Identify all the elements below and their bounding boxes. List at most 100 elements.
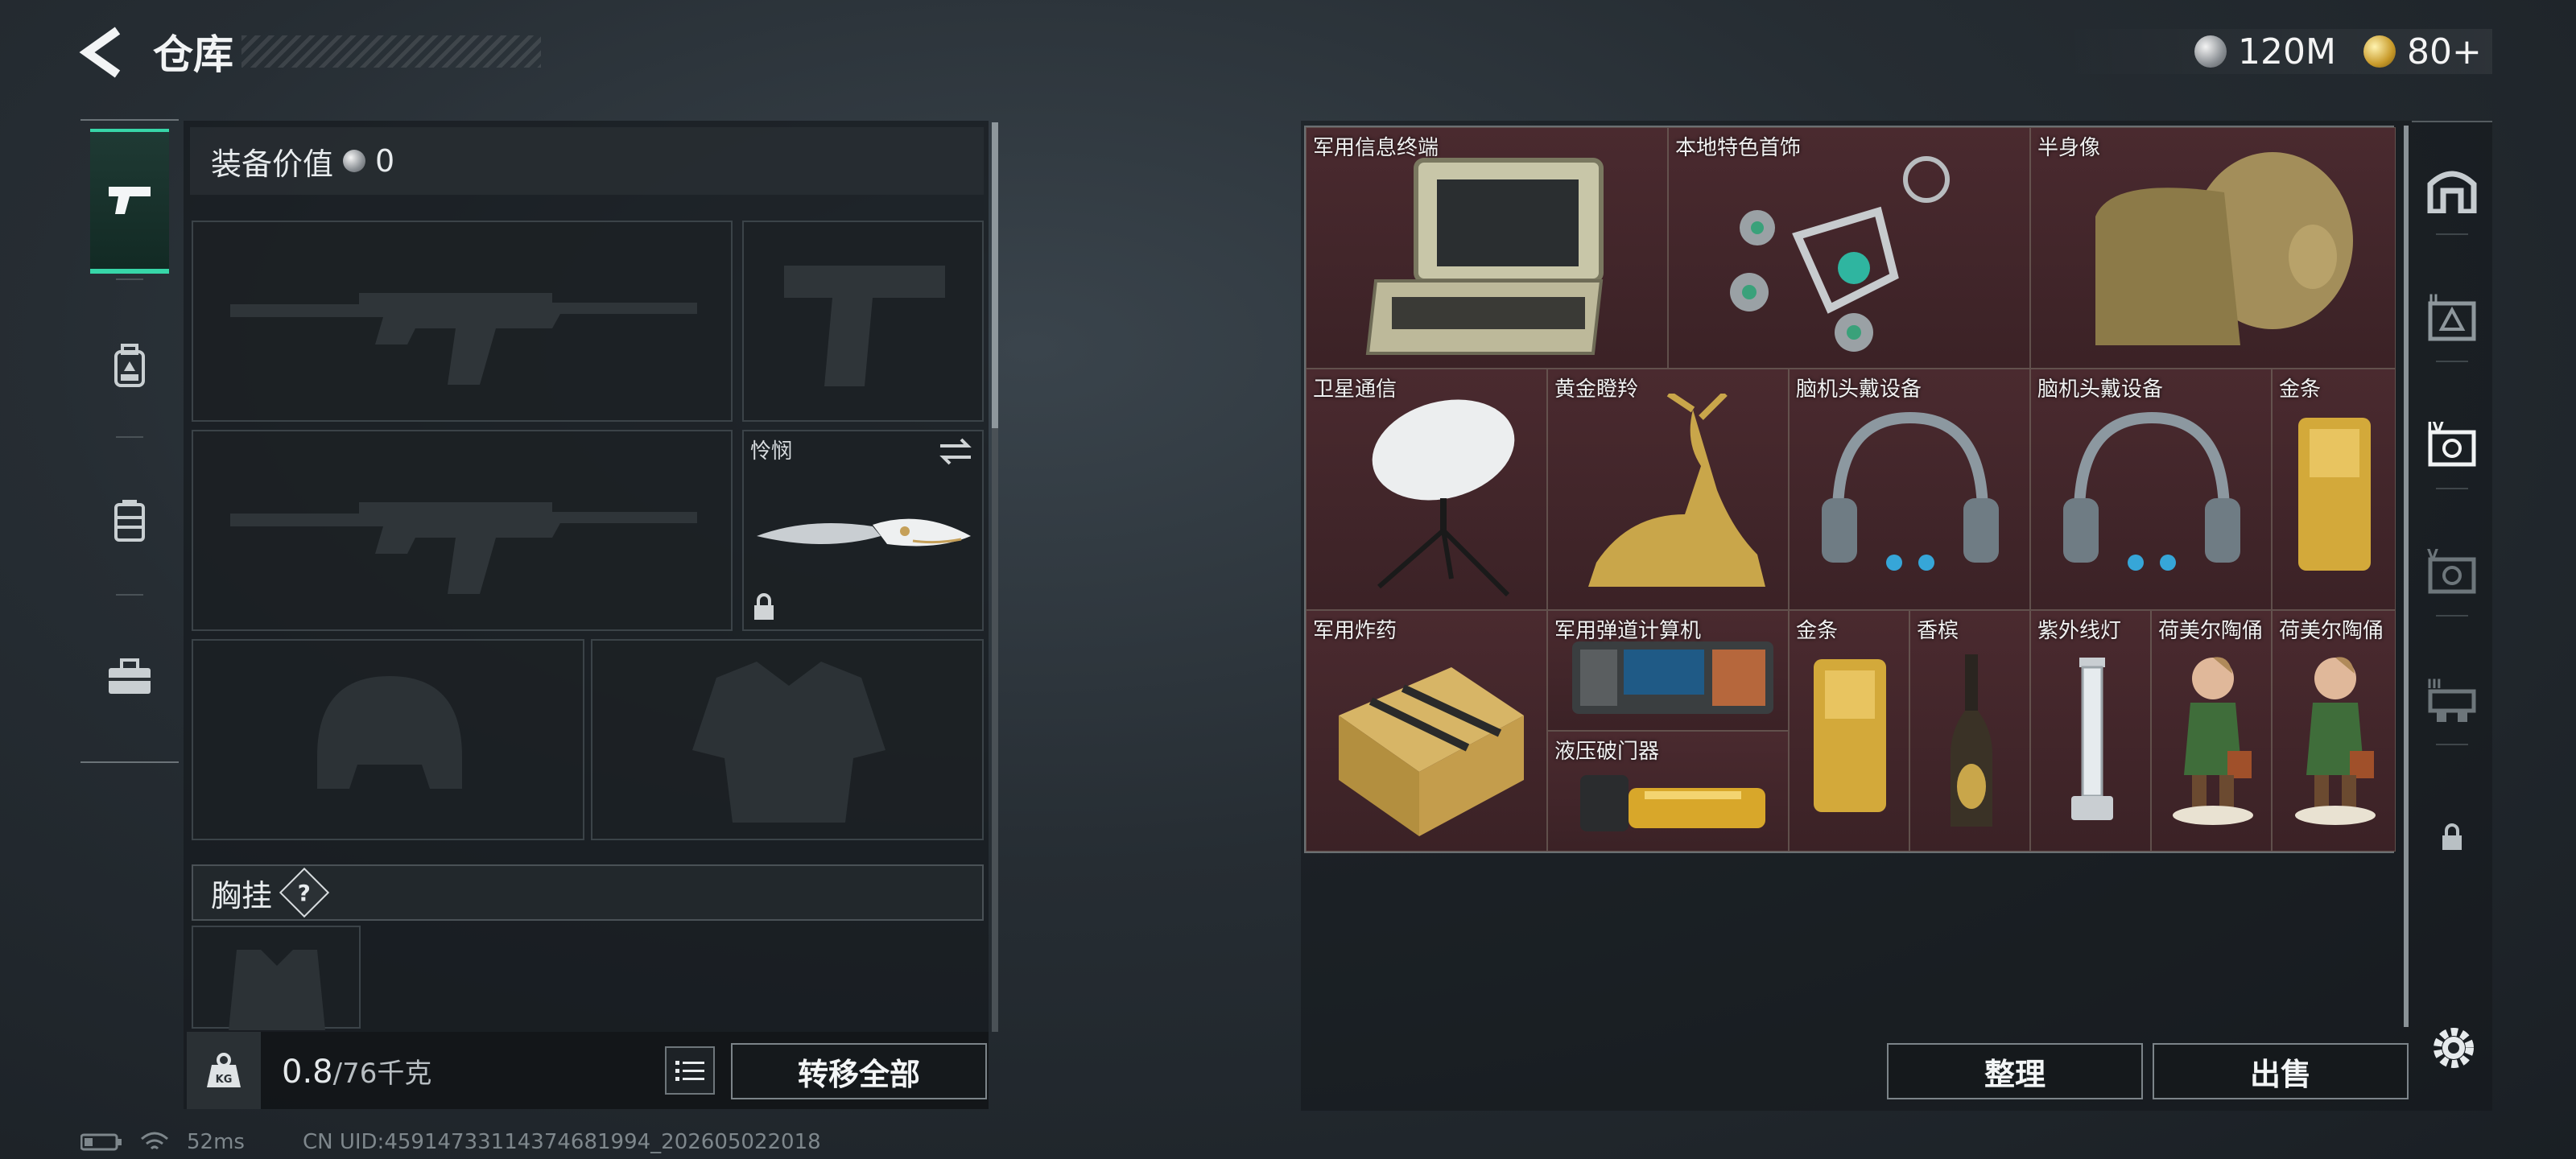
storage-item[interactable]: 军用信息终端 <box>1306 127 1668 369</box>
storage-scrollbar[interactable] <box>2404 126 2409 1027</box>
item-label: 荷美尔陶俑 <box>2158 619 2264 643</box>
secondary-weapon-slot[interactable] <box>192 430 733 631</box>
storage-tier-3-tab[interactable]: III <box>2423 671 2481 729</box>
silver-currency: 120M <box>2194 29 2336 74</box>
nav-divider <box>2436 233 2468 235</box>
item-label: 卫星通信 <box>1313 377 1397 402</box>
storage-item[interactable]: 紫外线灯 <box>2030 610 2151 852</box>
storage-locked-tab[interactable] <box>2423 808 2481 866</box>
item-label: 香槟 <box>1917 619 1959 643</box>
storage-item[interactable]: 本地特色首饰 <box>1668 127 2030 369</box>
list-view-button[interactable] <box>665 1046 715 1095</box>
item-label: 金条 <box>2279 377 2322 402</box>
military-terminal-icon <box>1365 158 1604 355</box>
equipment-value-bar: 装备价值 0 <box>190 127 984 195</box>
silver-coin-icon <box>2194 35 2227 68</box>
storage-item[interactable]: 军用弹道计算机 <box>1547 610 1789 731</box>
equipment-scroll-thumb[interactable] <box>992 122 998 428</box>
gold-coin-icon <box>2363 35 2396 68</box>
nav-divider <box>116 436 143 438</box>
item-label: 紫外线灯 <box>2037 619 2122 643</box>
item-label: 荷美尔陶俑 <box>2279 619 2384 643</box>
tier-5-icon: V <box>2427 547 2476 594</box>
page-title: 仓库 <box>153 31 233 78</box>
back-arrow-icon <box>79 27 121 78</box>
battery-icon <box>80 1133 122 1151</box>
chest-rig-header: 胸挂 ? <box>192 864 984 921</box>
storage-item[interactable]: 脑机头戴设备 <box>1789 369 2030 610</box>
sort-button[interactable]: 整理 <box>1887 1043 2143 1099</box>
chest-rig-slot[interactable] <box>192 926 361 1030</box>
storage-grid: 军用信息终端 本地特色首饰 半身像 卫星通信 黄金瞪羚 脑机头戴设备 脑机头戴设… <box>1304 126 2396 853</box>
transfer-all-button[interactable]: 转移全部 <box>731 1043 987 1099</box>
wifi-icon <box>141 1132 168 1150</box>
storage-item[interactable]: 金条 <box>1789 610 1909 852</box>
storage-item[interactable]: 金条 <box>2272 369 2396 610</box>
storage-item[interactable]: 军用炸药 <box>1306 610 1547 852</box>
pistol-silhouette-icon <box>784 266 945 386</box>
currency-bar: 120M 80+ <box>2058 29 2492 74</box>
item-label: 脑机头戴设备 <box>2037 377 2164 402</box>
nav-backpack[interactable] <box>90 298 169 435</box>
lock-icon <box>754 593 774 620</box>
gold-bar-icon <box>2298 418 2371 571</box>
armor-slot[interactable] <box>591 639 984 840</box>
nav-weapons[interactable] <box>90 129 169 274</box>
briefcase-icon <box>109 658 151 694</box>
bust-statue-icon <box>2095 152 2353 345</box>
ping-value: 52ms <box>187 1130 245 1154</box>
storage-item[interactable]: 脑机头戴设备 <box>2030 369 2272 610</box>
chest-rig-label: 胸挂 <box>211 877 273 914</box>
lock-icon <box>2442 823 2462 850</box>
helmet-slot[interactable] <box>192 639 584 840</box>
settings-button[interactable] <box>2426 1021 2481 1075</box>
nav-case[interactable] <box>90 608 169 745</box>
item-label: 脑机头戴设备 <box>1796 377 1922 402</box>
svg-text:V: V <box>2427 547 2438 563</box>
storage-item[interactable]: 卫星通信 <box>1306 369 1547 610</box>
storage-item[interactable]: 香槟 <box>1909 610 2030 852</box>
storage-home-tab[interactable] <box>2423 159 2481 217</box>
back-button[interactable] <box>77 24 134 80</box>
tier-2-icon: II <box>2428 292 2476 341</box>
storage-page-nav: II IV V III <box>2412 121 2492 909</box>
hummel-figurine-icon <box>2295 657 2376 825</box>
explosives-crate-icon <box>1339 667 1524 836</box>
svg-text:IV: IV <box>2427 419 2444 436</box>
storage-tier-2-tab[interactable]: II <box>2423 288 2481 346</box>
storage-item[interactable]: 黄金瞪羚 <box>1547 369 1789 610</box>
melee-label: 怜悯 <box>750 439 793 464</box>
storage-tier-5-tab[interactable]: V <box>2423 542 2481 600</box>
sell-button[interactable]: 出售 <box>2153 1043 2409 1099</box>
sidearm-slot[interactable] <box>742 221 984 422</box>
rifle-silhouette-icon <box>230 502 697 594</box>
item-label: 军用炸药 <box>1313 619 1397 643</box>
swap-arrows-icon[interactable] <box>939 438 972 465</box>
vest-icon <box>114 500 145 542</box>
body-armor-silhouette-icon <box>692 662 886 823</box>
silver-coin-icon <box>343 150 366 172</box>
melee-slot[interactable]: 怜悯 <box>742 430 984 631</box>
primary-weapon-slot[interactable] <box>192 221 733 422</box>
storage-item[interactable]: 荷美尔陶俑 <box>2272 610 2396 852</box>
uv-lamp-icon <box>2071 658 2113 820</box>
storage-tier-4-tab[interactable]: IV <box>2423 415 2481 473</box>
svg-text:III: III <box>2427 676 2442 691</box>
nav-armor[interactable] <box>90 452 169 589</box>
weight-max: /76千克 <box>332 1058 432 1090</box>
tier-3-icon: III <box>2427 676 2476 722</box>
item-label: 液压破门器 <box>1554 740 1660 764</box>
help-icon[interactable]: ? <box>279 867 330 918</box>
item-label: 半身像 <box>2037 136 2101 160</box>
title-decoration <box>242 35 541 68</box>
jewelry-icon <box>1730 156 1950 352</box>
storage-item[interactable]: 液压破门器 <box>1547 731 1789 852</box>
karambit-knife-icon <box>757 518 971 547</box>
weight-current: 0.8 <box>282 1054 333 1091</box>
storage-item[interactable]: 荷美尔陶俑 <box>2151 610 2272 852</box>
svg-text:II: II <box>2429 292 2438 307</box>
storage-item[interactable]: 半身像 <box>2030 127 2396 369</box>
left-category-nav <box>80 119 179 763</box>
status-bar: 52ms CN UID:4591473311437468199​4_202605… <box>80 1130 821 1154</box>
helmet-silhouette-icon <box>317 676 462 789</box>
